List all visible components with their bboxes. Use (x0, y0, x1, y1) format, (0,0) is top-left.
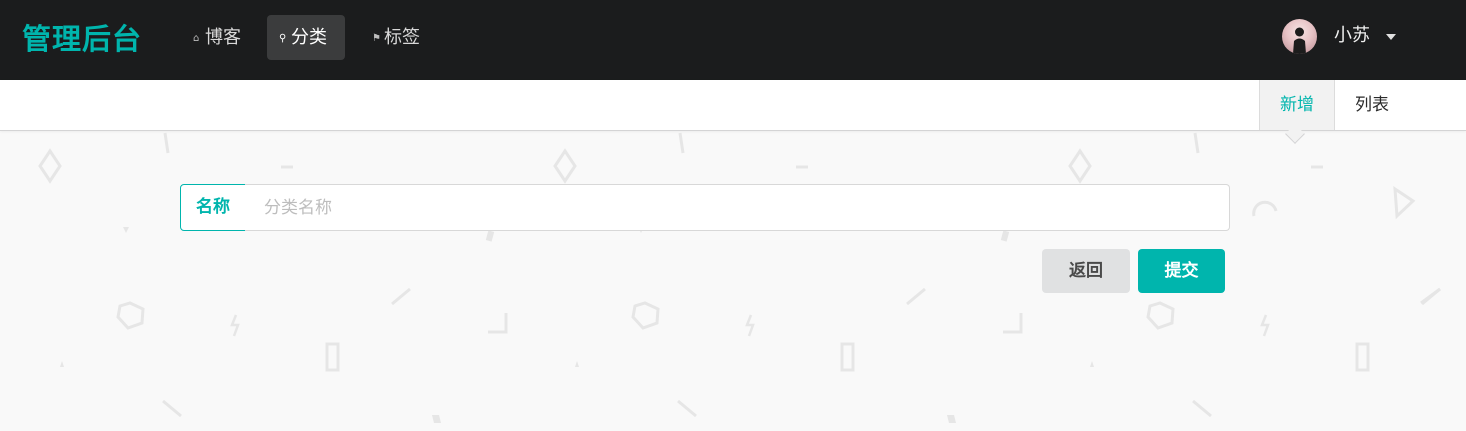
submit-button[interactable]: 提交 (1138, 249, 1225, 293)
home-icon: ⌂ (193, 33, 200, 44)
tags-icon: ⚑ (372, 33, 381, 44)
tab-list[interactable]: 列表 (1336, 80, 1408, 130)
back-button[interactable]: 返回 (1042, 249, 1130, 293)
nav-item-category[interactable]: ⚲ 分类 (267, 15, 345, 60)
user-avatar[interactable] (1282, 19, 1317, 54)
nav-item-label: 博客 (205, 27, 241, 48)
top-navbar: 管理后台 ⌂ 博客 ⚲ 分类 ⚑ 标签 小苏 (0, 0, 1466, 80)
category-name-field: 名称 (180, 184, 1230, 231)
nav-item-tags[interactable]: ⚑ 标签 (360, 15, 436, 60)
user-name[interactable]: 小苏 (1334, 23, 1370, 49)
name-label: 名称 (180, 184, 246, 231)
background-pattern (38, 131, 1466, 423)
avatar-silhouette (1293, 27, 1306, 54)
nav-item-blog[interactable]: ⌂ 博客 (181, 15, 257, 60)
nav-item-label: 标签 (384, 27, 420, 48)
brand-title[interactable]: 管理后台 (22, 18, 142, 60)
tab-new[interactable]: 新增 (1259, 80, 1335, 130)
caret-down-icon[interactable] (1386, 34, 1396, 40)
sub-navbar: 新增 列表 (0, 80, 1466, 131)
lightbulb-icon: ⚲ (279, 33, 287, 44)
category-name-input[interactable] (245, 184, 1230, 231)
nav-item-label: 分类 (291, 27, 327, 48)
